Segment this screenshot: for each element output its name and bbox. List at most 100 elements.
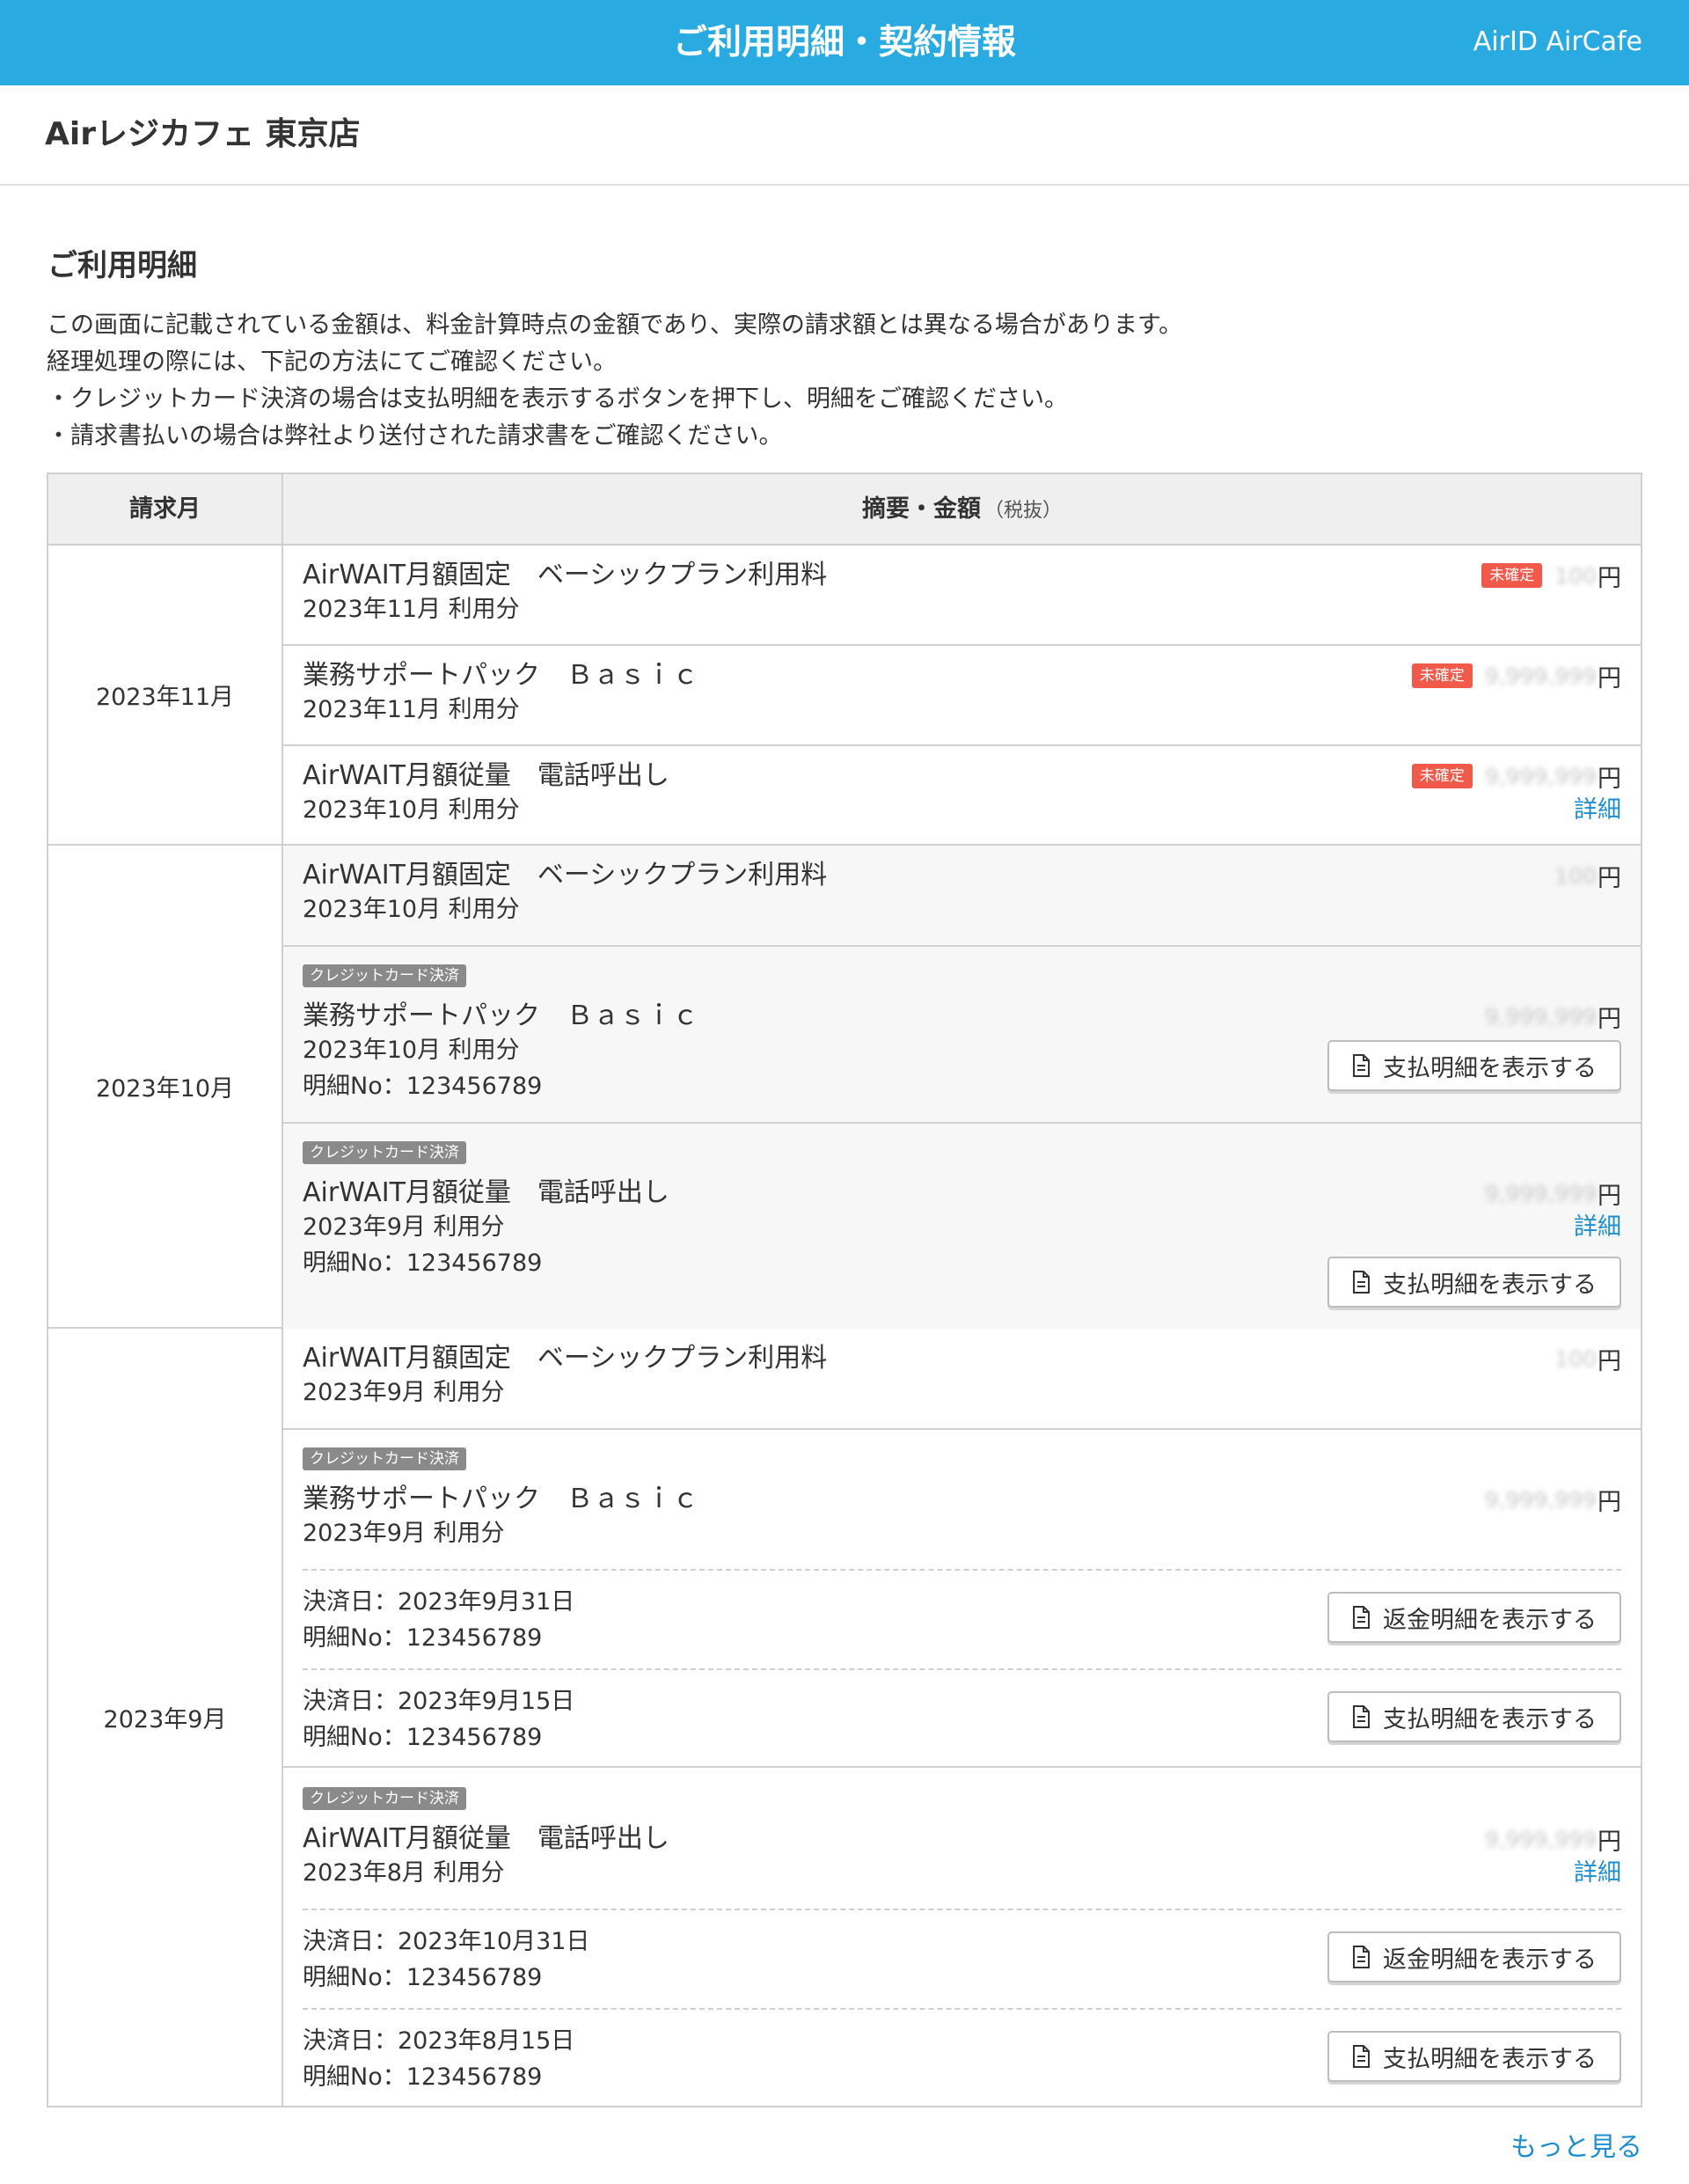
column-header-desc: 摘要・金額 （税抜）: [283, 474, 1641, 544]
show-refund-statement-button[interactable]: 返金明細を表示する: [1327, 1931, 1621, 1982]
amount-value: 100: [1554, 562, 1597, 589]
document-icon: [1353, 1705, 1370, 1728]
button-label: 支払明細を表示する: [1383, 2045, 1597, 2073]
settlement-date: 決済日：2023年8月15日: [303, 2027, 575, 2055]
amount-value: 9,999,999: [1484, 1826, 1597, 1852]
account-menu[interactable]: AirID AirCafe: [1473, 0, 1642, 85]
credit-card-badge: クレジットカード決済: [303, 964, 466, 987]
item-amount: 9,999,999 円: [1484, 1823, 1621, 1856]
show-payment-statement-button[interactable]: 支払明細を表示する: [1327, 2031, 1621, 2082]
item-period: 2023年9月 利用分: [303, 1379, 505, 1406]
settlement-divider: [303, 2008, 1621, 2010]
item-period: 2023年9月 利用分: [303, 1520, 505, 1547]
note-line: 経理処理の際には、下記の方法にてご確認ください。: [47, 348, 617, 376]
show-refund-statement-button[interactable]: 返金明細を表示する: [1327, 1592, 1621, 1643]
document-icon: [1353, 1946, 1370, 1968]
section-title: ご利用明細: [48, 248, 197, 283]
item-period: 2023年10月 利用分: [303, 1037, 520, 1064]
settlement-date: 決済日：2023年9月31日: [303, 1588, 575, 1616]
amount-value: 9,999,999: [1484, 663, 1597, 689]
statement-no: 明細No：123456789: [303, 1724, 543, 1751]
amount-value: 9,999,999: [1484, 1003, 1597, 1030]
show-payment-statement-button[interactable]: 支払明細を表示する: [1327, 1257, 1621, 1308]
currency-label: 円: [1598, 1005, 1621, 1033]
item-name: 業務サポートパック Ｂａｓｉｃ: [303, 660, 698, 691]
amount-value: 9,999,999: [1484, 1180, 1597, 1206]
statement-no: 明細No：123456789: [303, 1073, 543, 1100]
table-header: 請求月 摘要・金額 （税抜）: [48, 474, 1641, 546]
item-name: 業務サポートパック Ｂａｓｉｃ: [303, 1484, 698, 1514]
currency-label: 円: [1598, 1488, 1621, 1516]
item-name: AirWAIT月額従量 電話呼出し: [303, 1823, 669, 1854]
store-name: Airレジカフェ 東京店: [45, 116, 361, 152]
tax-note: （税抜）: [983, 500, 1062, 522]
table-row: クレジットカード決済 業務サポートパック Ｂａｓｉｃ 2023年10月 利用分 …: [283, 947, 1641, 1124]
month-group: 2023年10月 AirWAIT月額固定 ベーシックプラン利用料 2023年10…: [48, 846, 1641, 1329]
app-header: ご利用明細・契約情報 AirID AirCafe: [0, 0, 1689, 85]
item-period: 2023年10月 利用分: [303, 796, 520, 824]
item-amount: 100 円: [1554, 1343, 1621, 1375]
item-amount: 未確定 9,999,999 円: [1411, 760, 1621, 793]
store-bar: Airレジカフェ 東京店: [0, 85, 1689, 186]
item-name: AirWAIT月額固定 ベーシックプラン利用料: [303, 560, 828, 590]
note-line: ・クレジットカード決済の場合は支払明細を表示するボタンを押下し、明細をご確認くだ…: [47, 385, 1068, 413]
page-title: ご利用明細・契約情報: [672, 23, 1016, 62]
usage-table: 請求月 摘要・金額 （税抜） 2023年11月 AirWAIT月額固定 ベーシック…: [47, 473, 1642, 2107]
currency-label: 円: [1598, 1182, 1621, 1210]
currency-label: 円: [1598, 1828, 1621, 1856]
button-label: 支払明細を表示する: [1383, 1271, 1597, 1299]
document-icon: [1353, 1271, 1370, 1294]
document-icon: [1353, 1054, 1370, 1077]
table-row: AirWAIT月額固定 ベーシックプラン利用料 2023年11月 利用分 未確定…: [283, 546, 1641, 646]
status-badge: 未確定: [1411, 764, 1473, 788]
settlement-divider: [303, 1569, 1621, 1571]
show-payment-statement-button[interactable]: 支払明細を表示する: [1327, 1040, 1621, 1091]
column-header-desc-label: 摘要・金額: [861, 495, 981, 523]
item-amount: 9,999,999 円: [1484, 1177, 1621, 1210]
statement-no: 明細No：123456789: [303, 1964, 543, 1991]
amount-value: 100: [1554, 1345, 1597, 1372]
statement-no: 明細No：123456789: [303, 1624, 543, 1652]
item-name: AirWAIT月額固定 ベーシックプラン利用料: [303, 1343, 828, 1374]
amount-value: 9,999,999: [1484, 763, 1597, 789]
amount-value: 9,999,999: [1484, 1486, 1597, 1513]
detail-link[interactable]: 詳細: [1574, 1213, 1621, 1242]
button-label: 支払明細を表示する: [1383, 1705, 1597, 1733]
show-more-link[interactable]: もっと見る: [1510, 2130, 1642, 2166]
amount-value: 100: [1554, 862, 1597, 889]
status-badge: 未確定: [1481, 563, 1543, 588]
table-row: クレジットカード決済 AirWAIT月額従量 電話呼出し 2023年9月 利用分…: [283, 1124, 1641, 1329]
detail-link[interactable]: 詳細: [1574, 1859, 1621, 1887]
currency-label: 円: [1598, 564, 1621, 592]
settlement-divider: [303, 1668, 1621, 1670]
table-row: クレジットカード決済 業務サポートパック Ｂａｓｉｃ 2023年9月 利用分 9…: [283, 1430, 1641, 1768]
credit-card-badge: クレジットカード決済: [303, 1447, 466, 1470]
item-name: AirWAIT月額固定 ベーシックプラン利用料: [303, 860, 828, 890]
month-cell: 2023年11月: [48, 546, 283, 844]
month-group: 2023年11月 AirWAIT月額固定 ベーシックプラン利用料 2023年11…: [48, 546, 1641, 846]
item-amount: 9,999,999 円: [1484, 1000, 1621, 1033]
table-row: AirWAIT月額固定 ベーシックプラン利用料 2023年10月 利用分 100…: [283, 846, 1641, 947]
note-line: ・請求書払いの場合は弊社より送付された請求書をご確認ください。: [47, 422, 783, 450]
button-label: 返金明細を表示する: [1383, 1606, 1597, 1634]
button-label: 返金明細を表示する: [1383, 1946, 1597, 1974]
document-icon: [1353, 2045, 1370, 2068]
status-badge: 未確定: [1411, 663, 1473, 688]
credit-card-badge: クレジットカード決済: [303, 1141, 466, 1164]
month-cell: 2023年10月: [48, 846, 283, 1327]
item-amount: 未確定 9,999,999 円: [1411, 660, 1621, 693]
item-amount: 100 円: [1554, 860, 1621, 892]
document-icon: [1353, 1606, 1370, 1629]
settlement-date: 決済日：2023年10月31日: [303, 1928, 590, 1955]
statement-no: 明細No：123456789: [303, 1250, 543, 1277]
item-period: 2023年10月 利用分: [303, 896, 520, 923]
item-amount: 9,999,999 円: [1484, 1484, 1621, 1516]
item-period: 2023年9月 利用分: [303, 1213, 505, 1241]
currency-label: 円: [1598, 664, 1621, 693]
button-label: 支払明細を表示する: [1383, 1054, 1597, 1082]
show-payment-statement-button[interactable]: 支払明細を表示する: [1327, 1691, 1621, 1742]
item-period: 2023年8月 利用分: [303, 1859, 505, 1887]
item-amount: 未確定 100 円: [1481, 560, 1621, 592]
currency-label: 円: [1598, 1347, 1621, 1375]
detail-link[interactable]: 詳細: [1574, 796, 1621, 824]
